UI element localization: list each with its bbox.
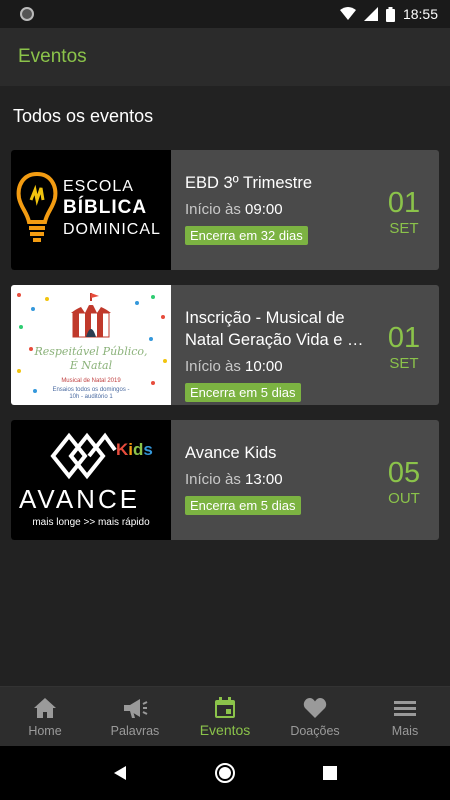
nav-eventos[interactable]: Eventos: [180, 687, 270, 746]
status-time: 18:55: [402, 6, 438, 22]
menu-icon: [394, 701, 416, 716]
event-list: ESCOLA BÍBLICA DOMINICAL EBD 3º Trimestr…: [11, 150, 439, 555]
status-bar: 18:55: [0, 0, 450, 28]
event-month: SET: [389, 355, 419, 372]
event-day: 01: [387, 187, 421, 219]
event-thumbnail: ESCOLA BÍBLICA DOMINICAL: [11, 150, 171, 270]
thumbnail-subtext: Ensaios todos os domingos - 10h - auditó…: [52, 387, 130, 400]
event-thumbnail: Respeitável Público, É Natal Musical de …: [11, 285, 171, 405]
signal-icon: [363, 7, 378, 21]
thumbnail-subtext: Musical de Natal 2019: [61, 378, 121, 384]
thumbnail-text: Respeitável Público, É Natal: [34, 345, 148, 372]
event-card[interactable]: Respeitável Público, É Natal Musical de …: [11, 285, 439, 405]
thumbnail-text: AVANCE: [19, 484, 141, 514]
event-date: 05 OUT: [379, 458, 429, 507]
nav-home[interactable]: Home: [0, 687, 90, 746]
event-date: 01 SET: [379, 188, 429, 237]
nav-mais[interactable]: Mais: [360, 687, 450, 746]
event-month: SET: [389, 220, 419, 237]
back-icon[interactable]: [113, 765, 127, 781]
event-title: Inscrição - Musical de Natal Geração Vid…: [185, 309, 364, 349]
nav-doacoes[interactable]: Doações: [270, 687, 360, 746]
event-title: Avance Kids: [185, 444, 277, 462]
wifi-icon: [339, 7, 356, 20]
event-day: 01: [387, 322, 421, 354]
home-icon: [34, 698, 56, 718]
event-ends-badge: Encerra em 32 dias: [185, 226, 308, 245]
event-thumbnail: Kids AVANCE mais longe >> mais rápido: [11, 420, 171, 540]
battery-icon: [385, 6, 395, 22]
nav-label: Home: [28, 724, 62, 738]
system-navigation-bar: [0, 746, 450, 800]
lightbulb-icon: [16, 171, 58, 242]
section-title: Todos os eventos: [13, 106, 154, 126]
event-ends-badge: Encerra em 5 dias: [185, 496, 301, 515]
notification-icon: [20, 7, 34, 21]
nav-label: Doações: [290, 724, 340, 738]
heart-icon: [303, 698, 327, 718]
event-title: EBD 3º Trimestre: [185, 174, 313, 192]
home-button-icon[interactable]: [214, 762, 236, 784]
thumbnail-subtext: mais longe >> mais rápido: [32, 517, 150, 528]
megaphone-icon: [124, 699, 148, 718]
nav-palavras[interactable]: Palavras: [90, 687, 180, 746]
calendar-icon: [215, 697, 235, 718]
thumbnail-kids-text: Kids: [116, 440, 153, 459]
circus-tent-icon: [71, 293, 111, 338]
event-card[interactable]: Kids AVANCE mais longe >> mais rápido Av…: [11, 420, 439, 540]
nav-label: Mais: [391, 724, 419, 738]
nav-label: Palavras: [110, 724, 160, 738]
event-ends-badge: Encerra em 5 dias: [185, 383, 301, 402]
nav-label: Eventos: [199, 722, 251, 738]
bottom-navigation: Home Palavras Eventos Doações Mais: [0, 686, 450, 746]
page-title: Eventos: [18, 46, 87, 67]
event-card[interactable]: ESCOLA BÍBLICA DOMINICAL EBD 3º Trimestr…: [11, 150, 439, 270]
event-day: 05: [387, 457, 421, 489]
app-bar: Eventos: [0, 28, 450, 86]
thumbnail-text: ESCOLA BÍBLICA DOMINICAL: [63, 178, 161, 238]
avance-logo-icon: [50, 432, 117, 480]
event-date: 01 SET: [379, 323, 429, 372]
event-month: OUT: [388, 490, 420, 507]
recents-icon[interactable]: [322, 766, 337, 780]
